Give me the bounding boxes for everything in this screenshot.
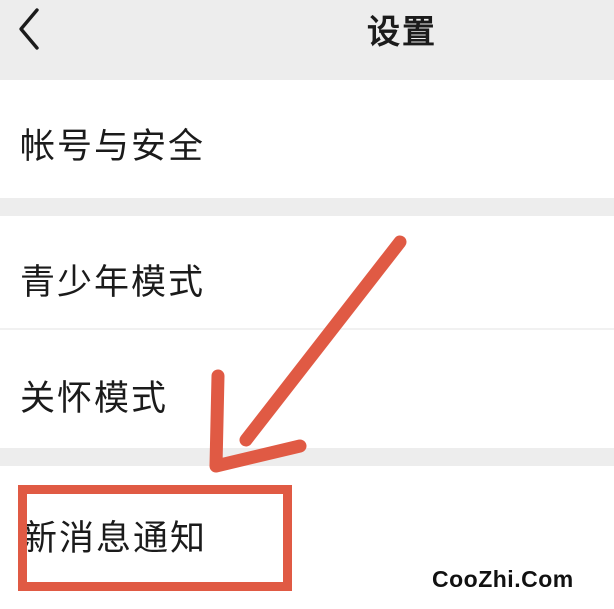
settings-item-label: 帐号与安全 xyxy=(20,127,206,167)
nav-bar: 设置 xyxy=(0,0,614,80)
settings-item-label: 关怀模式 xyxy=(20,379,169,419)
settings-group-account: 帐号与安全 xyxy=(0,80,614,198)
settings-item-account-security[interactable]: 帐号与安全 xyxy=(0,80,614,198)
page-title: 设置 xyxy=(367,12,437,51)
settings-item-label: 青少年模式 xyxy=(20,263,206,303)
settings-item-label: 新消息通知 xyxy=(22,519,208,559)
settings-item-care-mode[interactable]: 关怀模式 xyxy=(0,330,614,448)
settings-item-teen-mode[interactable]: 青少年模式 xyxy=(0,216,614,330)
settings-group-modes: 青少年模式 关怀模式 xyxy=(0,216,614,448)
watermark: CooZhi.Com xyxy=(432,566,574,592)
